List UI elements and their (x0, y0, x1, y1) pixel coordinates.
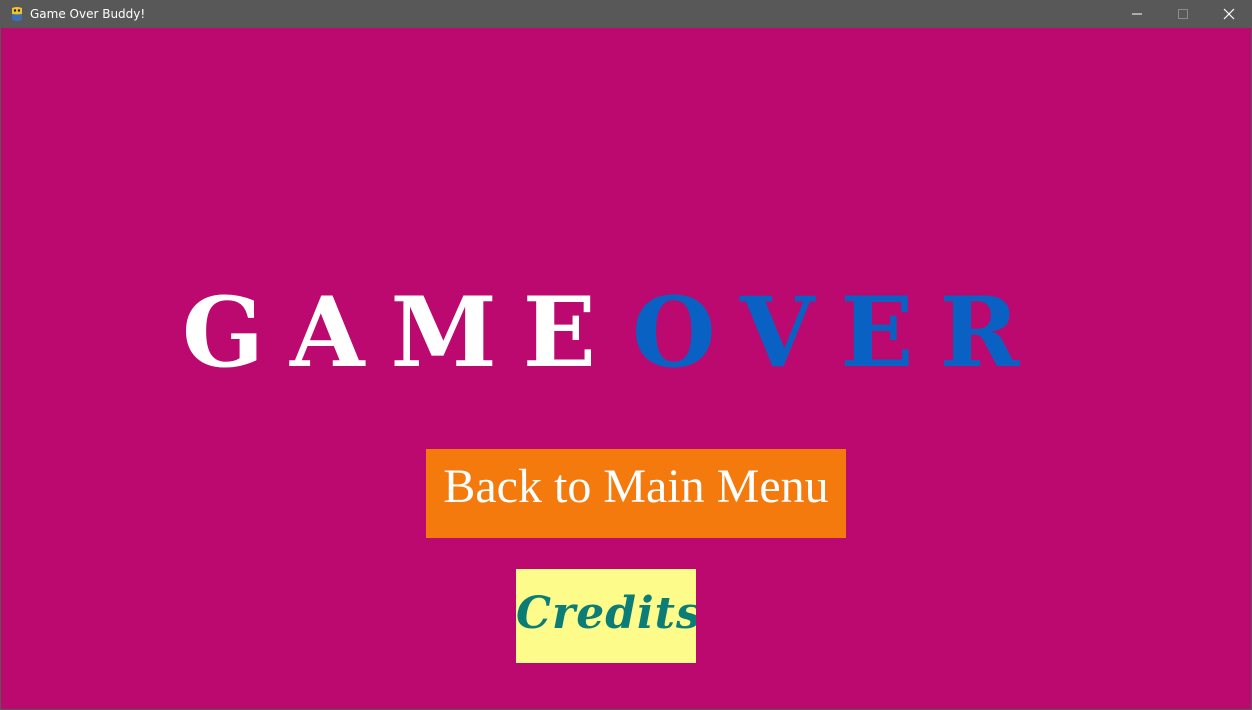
maximize-button[interactable] (1160, 0, 1206, 28)
game-over-title-over: OVER (632, 276, 1046, 389)
game-canvas: GAME OVER Back to Main Menu Credits (1, 28, 1251, 709)
title-bar[interactable]: Game Over Buddy! (0, 0, 1252, 28)
close-icon (1223, 8, 1235, 20)
credits-button[interactable]: Credits (516, 569, 696, 663)
maximize-icon (1178, 9, 1188, 19)
game-over-title-game: GAME (182, 276, 622, 389)
game-window: Game Over Buddy! GAME OVER Back to Main … (0, 0, 1252, 710)
minimize-button[interactable] (1114, 0, 1160, 28)
minimize-icon (1132, 13, 1142, 15)
python-snake-icon (9, 6, 25, 22)
close-button[interactable] (1206, 0, 1252, 28)
window-title: Game Over Buddy! (30, 7, 146, 21)
back-to-main-menu-button[interactable]: Back to Main Menu (426, 449, 846, 538)
